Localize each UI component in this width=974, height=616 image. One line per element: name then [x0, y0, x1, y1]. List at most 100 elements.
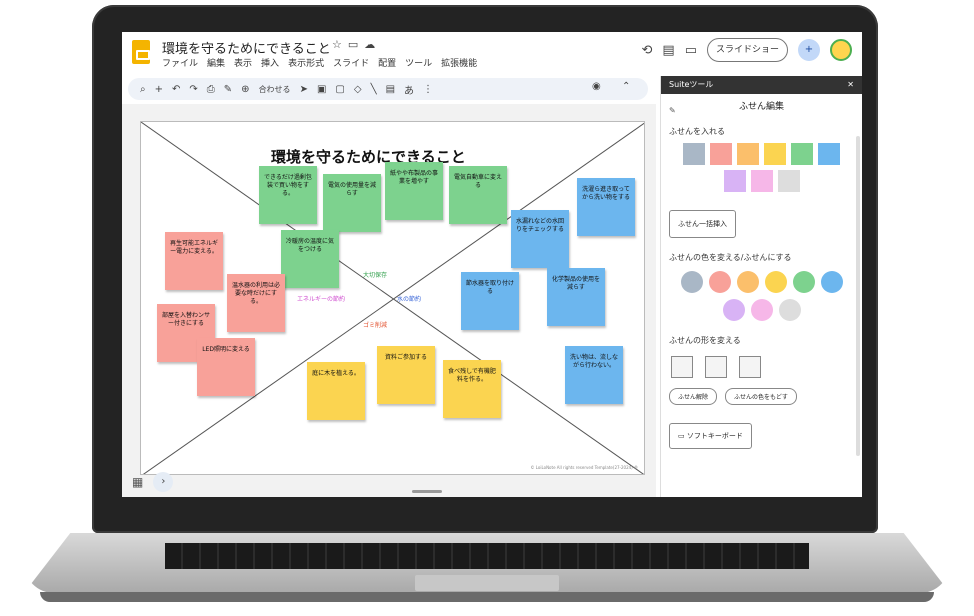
color-circle[interactable]: [722, 299, 745, 321]
sticky-note[interactable]: 洗い物は、流しながら行わない。: [565, 346, 623, 404]
menu-edit[interactable]: 編集: [207, 56, 225, 69]
slide-canvas[interactable]: 環境を守るためにできること 大切保存 エネルギーの節約 水の節約 ゴミ削減 でき…: [140, 121, 645, 475]
avatar[interactable]: [830, 39, 852, 61]
keyboard-icon: ▭: [678, 432, 687, 440]
sticky-tool-icon[interactable]: ✎: [669, 98, 676, 124]
color-swatch[interactable]: [777, 170, 800, 192]
input-tools-icon[interactable]: あ: [404, 82, 414, 97]
shape-section-title: ふせんの形を変える: [669, 336, 741, 345]
menu-insert[interactable]: 挿入: [261, 56, 279, 69]
color-circle[interactable]: [736, 271, 759, 293]
color-circle[interactable]: [792, 271, 815, 293]
video-icon[interactable]: ▭: [685, 43, 697, 58]
sticky-note[interactable]: 資料ご参加する: [377, 346, 435, 404]
line-icon[interactable]: ╲: [371, 84, 377, 95]
color-swatch[interactable]: [791, 143, 813, 165]
color-swatch[interactable]: [710, 143, 732, 165]
sticky-note[interactable]: 電気自動車に変える: [449, 166, 507, 224]
insert-section-title: ふせんを入れる: [669, 127, 725, 136]
soft-keyboard-button[interactable]: ▭ ソフトキーボード: [669, 423, 752, 449]
panel-header: Suiteツール ✕: [661, 76, 862, 94]
header-actions: ⟲ ▤ ▭ スライドショー +: [641, 38, 852, 62]
sticky-note[interactable]: 冷暖房の温度に気をつける: [281, 230, 339, 288]
menu-arrange[interactable]: 配置: [378, 56, 396, 69]
soft-keyboard-label: ソフトキーボード: [686, 432, 743, 440]
collapse-icon[interactable]: ⌃: [622, 81, 630, 92]
sticky-note[interactable]: 紙やや布製品の事業を増やす: [385, 162, 443, 220]
slides-logo-icon[interactable]: [132, 40, 150, 64]
trackpad: [415, 575, 559, 591]
shape-icon[interactable]: ◇: [354, 84, 362, 95]
color-swatch[interactable]: [737, 143, 759, 165]
star-icon[interactable]: ☆: [332, 38, 348, 51]
record-icon[interactable]: ◉: [592, 81, 601, 92]
print-icon[interactable]: ⎙: [207, 84, 215, 95]
sticky-note[interactable]: 庭に木を植える。: [307, 362, 365, 420]
add-icon[interactable]: +: [155, 84, 163, 95]
color-swatch[interactable]: [764, 143, 786, 165]
select-icon[interactable]: ➤: [300, 84, 308, 95]
menu-extensions[interactable]: 拡張機能: [441, 56, 477, 69]
color-swatch[interactable]: [723, 170, 746, 192]
search-icon[interactable]: ⌕: [140, 84, 146, 95]
more-icon[interactable]: ⋮: [423, 84, 433, 95]
expand-icon[interactable]: ›: [153, 472, 174, 492]
redo-icon[interactable]: ↷: [189, 84, 197, 95]
history-icon[interactable]: ⟲: [641, 43, 652, 58]
sticky-note[interactable]: できるだけ過剰包装で買い物をする。: [259, 166, 317, 224]
document-title[interactable]: 環境を守るためにできること: [162, 38, 331, 57]
sticky-note[interactable]: 温水器の利用は必要な時だけにする。: [227, 274, 285, 332]
menu-format[interactable]: 表示形式: [288, 56, 324, 69]
comment-add-icon[interactable]: ▤: [386, 84, 395, 95]
zoom-select[interactable]: 合わせる: [259, 84, 291, 95]
laptop-foot: [40, 592, 934, 602]
color-circle[interactable]: [750, 299, 773, 321]
copyright: © LoiLoNote All rights reserved Template…: [530, 465, 638, 470]
shape-folded[interactable]: [705, 356, 727, 378]
menu-slide[interactable]: スライド: [333, 56, 369, 69]
close-icon[interactable]: ✕: [847, 76, 854, 94]
sticky-note[interactable]: 節水器を取り付ける: [461, 272, 519, 330]
shape-callout[interactable]: [739, 356, 761, 378]
laptop-keyboard: [165, 543, 809, 569]
color-swatch[interactable]: [818, 143, 840, 165]
side-panel: Suiteツール ✕ ✎ ふせん編集 ふせんを入れる ふせん一括挿入 ふせんの色…: [660, 76, 862, 497]
sticky-note[interactable]: 水漏れなどの水回りをチェックする: [511, 210, 569, 268]
textbox-icon[interactable]: ▣: [317, 84, 326, 95]
share-icon[interactable]: +: [798, 39, 820, 61]
color-circle[interactable]: [820, 271, 843, 293]
slideshow-button[interactable]: スライドショー: [706, 38, 788, 62]
panel-scrollbar[interactable]: [856, 136, 860, 456]
paint-format-icon[interactable]: ✎: [224, 84, 232, 95]
color-circle[interactable]: [708, 271, 731, 293]
menu-bar: ファイル 編集 表示 挿入 表示形式 スライド 配置 ツール 拡張機能: [162, 56, 477, 69]
sticky-note[interactable]: LED照明に変える: [197, 338, 255, 396]
color-swatch[interactable]: [750, 170, 773, 192]
menu-view[interactable]: 表示: [234, 56, 252, 69]
image-icon[interactable]: ▢: [335, 84, 344, 95]
shape-square[interactable]: [671, 356, 693, 378]
color-circle[interactable]: [764, 271, 787, 293]
toolbar: ⌕ + ↶ ↷ ⎙ ✎ ⊕ 合わせる ➤ ▣ ▢ ◇ ╲ ▤ あ ⋮: [128, 78, 648, 100]
color-circle[interactable]: [778, 299, 801, 321]
reset-color-button[interactable]: ふせんの色をもどす: [725, 388, 797, 405]
sticky-note[interactable]: 食べ残しで有機肥料を作る。: [443, 360, 501, 418]
batch-insert-button[interactable]: ふせん一括挿入: [669, 210, 736, 238]
comment-icon[interactable]: ▤: [662, 43, 674, 58]
release-button[interactable]: ふせん解除: [669, 388, 718, 405]
sticky-note[interactable]: 再生可能エネルギー電力に変える。: [165, 232, 223, 290]
menu-file[interactable]: ファイル: [162, 56, 198, 69]
shape-options: [671, 356, 862, 378]
undo-icon[interactable]: ↶: [172, 84, 180, 95]
color-circle[interactable]: [680, 271, 703, 293]
menu-tools[interactable]: ツール: [405, 56, 432, 69]
sticky-note[interactable]: 洗濯ら進き取ってから洗い物をする: [577, 178, 635, 236]
resize-handle[interactable]: [412, 490, 442, 493]
color-swatch[interactable]: [683, 143, 705, 165]
cloud-icon[interactable]: ☁: [364, 38, 381, 51]
folder-icon[interactable]: ▭: [348, 38, 364, 51]
sticky-note[interactable]: 化学製品の使用を減らす: [547, 268, 605, 326]
grid-view-icon[interactable]: ▦: [132, 475, 143, 489]
sticky-note[interactable]: 電気の使用量を減らす: [323, 174, 381, 232]
zoom-icon[interactable]: ⊕: [241, 84, 249, 95]
